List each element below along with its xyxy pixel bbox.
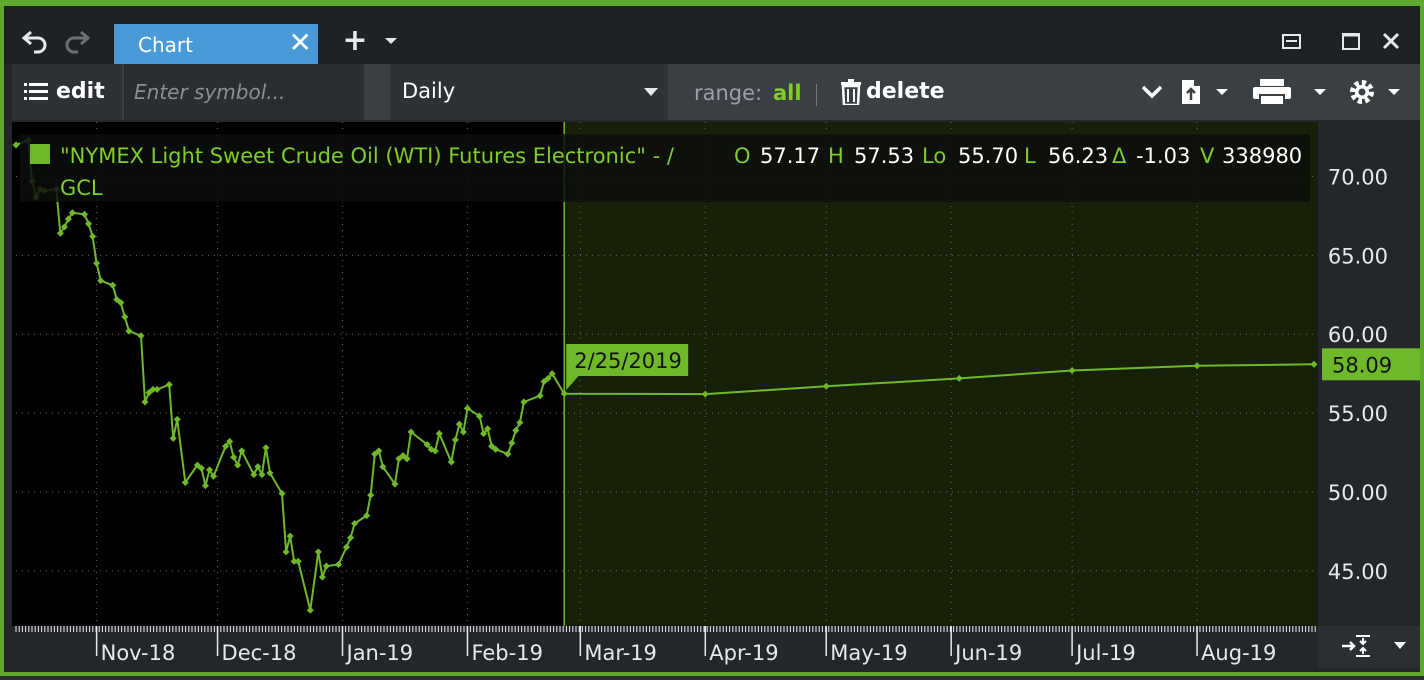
add-icon[interactable]: + <box>340 26 370 56</box>
last-price-label: 58.09 <box>1332 353 1392 377</box>
menu-icon <box>24 83 48 100</box>
legend-high-label: H <box>828 144 844 168</box>
close-tab-icon[interactable]: ✕ <box>289 27 312 59</box>
caret-down-icon[interactable] <box>376 26 406 56</box>
print-icon[interactable] <box>1252 78 1332 106</box>
axis-corner <box>1318 626 1420 668</box>
undo-icon[interactable] <box>20 26 50 56</box>
y-tick-label: 65.00 <box>1328 244 1388 268</box>
title-bar: Chart ✕ + <box>4 6 1420 64</box>
x-tick-label: Aug-19 <box>1201 641 1276 665</box>
trash-icon <box>841 79 861 105</box>
x-tick-label: May-19 <box>830 641 907 665</box>
legend-last-label: L <box>1024 144 1036 168</box>
legend-low-label: Lo <box>922 144 946 168</box>
legend-swatch <box>30 144 50 164</box>
chevron-down-icon[interactable] <box>1140 78 1164 106</box>
range-label: range: <box>694 81 763 105</box>
chart-area[interactable]: 70.00 65.00 60.00 55.00 50.00 45.00 Nov-18 Dec-… <box>12 122 1420 676</box>
y-tick-label: 55.00 <box>1328 402 1388 426</box>
legend-change-label: Δ <box>1112 144 1127 168</box>
gear-icon[interactable] <box>1348 78 1410 106</box>
x-tick-label: Mar-19 <box>584 641 657 665</box>
redo-icon[interactable] <box>62 26 92 56</box>
restore-icon[interactable] <box>1276 26 1306 56</box>
caret-down-icon <box>644 88 658 96</box>
legend-open-value: 57.17 <box>760 144 820 168</box>
y-tick-label: 45.00 <box>1328 560 1388 584</box>
edit-button[interactable]: edit <box>12 64 122 120</box>
y-tick-label: 60.00 <box>1328 323 1388 347</box>
export-icon[interactable] <box>1180 78 1230 106</box>
legend-volume-label: V <box>1200 144 1215 168</box>
tab-label: Chart <box>138 33 193 57</box>
legend-open-label: O <box>734 144 751 168</box>
chart-toolbar: edit Daily range: all delete <box>12 64 1420 120</box>
delete-button[interactable]: delete <box>836 64 946 120</box>
period-select[interactable]: Daily <box>390 64 668 120</box>
legend-title: "NYMEX Light Sweet Crude Oil (WTI) Futur… <box>60 144 675 168</box>
legend-symbol: GCL <box>60 176 103 200</box>
window-frame: Chart ✕ + edit Daily <box>0 0 1424 676</box>
x-tick-label: Dec-18 <box>222 641 297 665</box>
x-tick-label: Feb-19 <box>471 641 542 665</box>
x-tick-label: Nov-18 <box>101 641 176 665</box>
x-tick-label: Jun-19 <box>953 641 1022 665</box>
x-tick-label: Jan-19 <box>345 641 414 665</box>
range-value[interactable]: all <box>773 81 802 105</box>
close-icon[interactable] <box>1376 26 1406 56</box>
x-tick-label: Jul-19 <box>1074 641 1136 665</box>
legend-volume-value: 338980 <box>1222 144 1302 168</box>
legend-change-value: -1.03 <box>1136 144 1190 168</box>
y-tick-label: 50.00 <box>1328 481 1388 505</box>
price-chart[interactable]: 70.00 65.00 60.00 55.00 50.00 45.00 Nov-18 Dec-… <box>12 122 1420 676</box>
maximize-icon[interactable] <box>1336 26 1366 56</box>
toolbar-divider <box>816 84 817 106</box>
x-tick-label: Apr-19 <box>709 641 778 665</box>
legend-last-value: 56.23 <box>1048 144 1108 168</box>
legend-high-value: 57.53 <box>854 144 914 168</box>
delete-label: delete <box>866 79 945 104</box>
legend-low-value: 55.70 <box>958 144 1018 168</box>
edit-label: edit <box>56 79 105 104</box>
tab-chart[interactable]: Chart ✕ <box>114 24 318 64</box>
cursor-date-label: 2/25/2019 <box>574 349 682 373</box>
period-label: Daily <box>402 79 456 103</box>
y-tick-label: 70.00 <box>1328 165 1388 189</box>
symbol-input[interactable] <box>124 64 364 120</box>
